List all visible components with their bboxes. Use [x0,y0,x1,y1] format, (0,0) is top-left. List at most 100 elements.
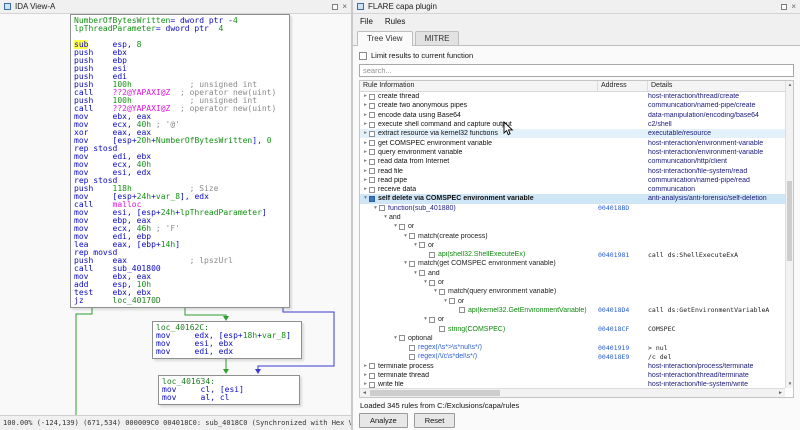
rule-checkbox[interactable] [369,372,375,379]
tab-tree-view[interactable]: Tree View [357,31,413,46]
rule-row[interactable]: ▾ or [360,241,785,250]
limit-checkbox[interactable] [359,51,367,60]
rule-checkbox[interactable] [419,242,425,249]
rule-row[interactable]: ▾ self delete via COMSPEC environment var… [360,194,785,204]
rule-checkbox[interactable] [369,177,375,184]
rule-row[interactable]: ▸ get COMSPEC environment variable host-in… [360,138,785,147]
scroll-right-icon[interactable]: ► [776,389,785,397]
rule-checkbox[interactable] [399,223,405,230]
rule-row[interactable]: ▸ query environment variable host-interact… [360,148,785,157]
menu-rules[interactable]: Rules [385,17,405,26]
capa-titlebar[interactable]: FLARE capa plugin × [353,0,800,14]
scroll-up-icon[interactable]: ▲ [786,81,793,89]
collapse-icon[interactable]: ▾ [422,278,429,287]
rule-checkbox[interactable] [439,326,445,333]
rule-checkbox[interactable] [439,288,445,295]
basic-block[interactable]: loc_401634: mov cl, [esi] mov al, cl [158,375,300,405]
expand-icon[interactable]: ▸ [362,92,369,101]
rule-checkbox[interactable] [409,344,415,351]
expand-icon[interactable]: ▸ [362,120,369,129]
collapse-icon[interactable]: ▾ [362,194,369,203]
rule-row[interactable]: ▾ optional [360,334,785,343]
rule-row[interactable]: api(shell32.ShellExecuteEx) 00401981 call … [360,250,785,259]
rule-checkbox[interactable] [429,251,435,258]
reset-button[interactable]: Reset [413,413,456,428]
collapse-icon[interactable]: ▾ [422,315,429,324]
vertical-scrollbar[interactable]: ▲ ▼ [785,81,793,388]
column-header[interactable]: Details [648,81,785,91]
collapse-icon[interactable]: ▾ [392,222,399,231]
rule-checkbox[interactable] [409,353,415,360]
rule-row[interactable]: ▸ read pipe communication/named-pipe/read [360,176,785,185]
column-header[interactable]: Address [598,81,648,91]
expand-icon[interactable]: ▸ [362,167,369,176]
rule-row[interactable]: ▸ write file host-interaction/file-system/… [360,380,785,388]
rule-row[interactable]: ▾ and [360,269,785,278]
rule-row[interactable]: ▾ or [360,315,785,324]
rule-checkbox[interactable] [369,363,375,370]
limit-checkbox-row[interactable]: Limit results to current function [359,49,794,62]
rule-checkbox[interactable] [369,121,375,128]
collapse-icon[interactable]: ▾ [392,334,399,343]
rule-checkbox[interactable] [369,381,375,388]
rule-row[interactable]: ▾ match(create process) [360,231,785,240]
rule-row[interactable]: ▾ or [360,297,785,306]
close-icon[interactable]: × [791,2,796,11]
rule-checkbox[interactable] [449,298,455,305]
expand-icon[interactable]: ▸ [362,362,369,371]
rule-row[interactable]: ▸ execute shell command and capture outpu… [360,120,785,129]
rule-row[interactable]: regex(/\s*>\s*nul\s*/) 00401919 > nul [360,343,785,352]
rule-row[interactable]: ▸ receive data communication [360,185,785,194]
collapse-icon[interactable]: ▾ [412,241,419,250]
rule-checkbox[interactable] [409,260,415,267]
rule-checkbox[interactable] [419,270,425,277]
collapse-icon[interactable]: ▾ [402,232,409,241]
horizontal-scrollbar[interactable]: ◄ ► [360,388,785,397]
tab-mitre[interactable]: MITRE [414,31,460,45]
expand-icon[interactable]: ▸ [362,139,369,148]
rule-checkbox[interactable] [379,205,385,212]
rule-row[interactable]: ▸ read data from Internet communication/ht… [360,157,785,166]
rule-checkbox[interactable] [459,307,465,314]
vscroll-thumb[interactable] [787,181,792,261]
collapse-icon[interactable]: ▾ [412,269,419,278]
rule-row[interactable]: ▾ function(sub_401880) 004018BD [360,204,785,213]
expand-icon[interactable]: ▸ [362,101,369,110]
collapse-icon[interactable]: ▾ [402,259,409,268]
rule-row[interactable]: ▾ or [360,278,785,287]
rule-checkbox[interactable] [369,158,375,165]
expand-icon[interactable]: ▸ [362,157,369,166]
analyze-button[interactable]: Analyze [359,413,408,428]
collapse-icon[interactable]: ▾ [442,297,449,306]
collapse-icon[interactable]: ▾ [372,204,379,213]
rule-checkbox[interactable] [429,316,435,323]
column-header[interactable]: Rule Information [360,81,598,91]
search-input[interactable] [359,64,794,77]
rule-checkbox[interactable] [369,186,375,193]
expand-icon[interactable]: ▸ [362,185,369,194]
rule-row[interactable]: ▾ match(query environment variable) [360,287,785,296]
rule-row[interactable]: ▸ encode data using Base64 data-manipulati… [360,111,785,120]
expand-icon[interactable]: ▸ [362,129,369,138]
rule-checkbox[interactable] [369,112,375,119]
menu-file[interactable]: File [360,17,373,26]
rule-checkbox[interactable] [369,93,375,100]
basic-block[interactable]: loc_40162C: mov edx, [esp+18h+var_8] mov e… [152,321,302,359]
collapse-icon[interactable]: ▾ [382,213,389,222]
basic-block[interactable]: NumberOfBytesWritten= dword ptr -4 lpThre… [70,14,290,308]
expand-icon[interactable]: ▸ [362,176,369,185]
rule-row[interactable]: ▸ read file host-interaction/file-system/r… [360,166,785,175]
rule-row[interactable]: regex(/\/c\s*del\s*/) 004018E9/c del [360,352,785,361]
expand-icon[interactable]: ▸ [362,148,369,157]
rule-row[interactable]: ▾ or [360,222,785,231]
rule-checkbox[interactable] [429,279,435,286]
rule-row[interactable]: ▸ extract resource via kernel32 functions… [360,129,785,139]
rule-checkbox[interactable] [369,149,375,156]
hscroll-thumb[interactable] [370,390,500,396]
ida-view-titlebar[interactable]: IDA View-A × [0,0,351,14]
graph-view[interactable]: NumberOfBytesWritten= dword ptr -4 lpThre… [0,14,351,415]
undock-icon[interactable] [781,3,788,10]
rule-checkbox[interactable] [399,335,405,342]
rule-checkbox[interactable] [409,233,415,240]
rule-checkbox[interactable] [369,168,375,175]
